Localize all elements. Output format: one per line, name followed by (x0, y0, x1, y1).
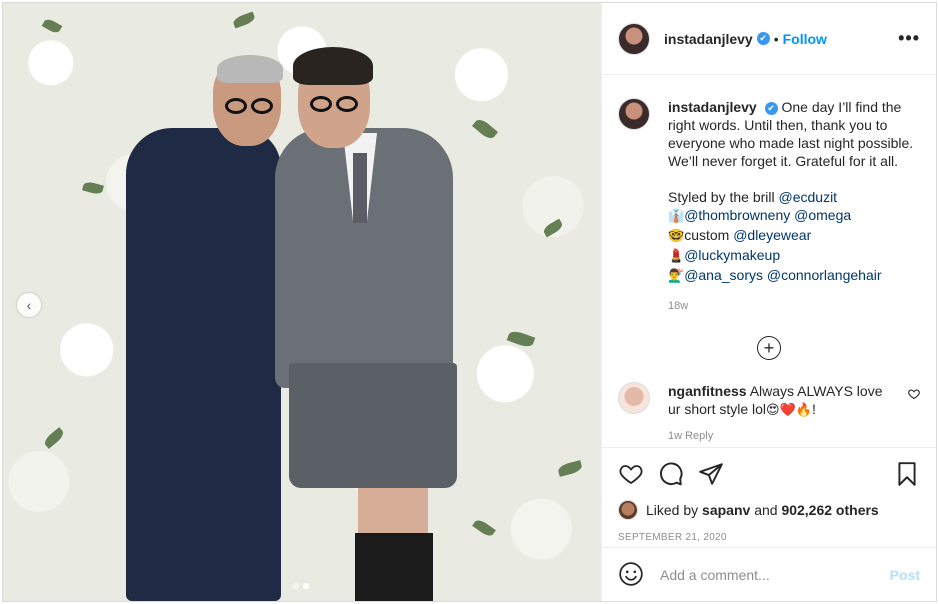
add-comment-bar: Post (602, 547, 936, 601)
comment-avatar[interactable] (618, 382, 650, 414)
plus-circle-icon[interactable]: + (757, 336, 781, 360)
comment-emojis: 😍❤️🔥 (766, 403, 812, 418)
tag-link[interactable]: @luckymakeup (684, 247, 780, 263)
bookmark-icon[interactable] (896, 459, 920, 489)
comment-meta[interactable]: 1w Reply (668, 430, 920, 442)
haircut-emoji-icon: 💇‍♂️ (668, 269, 685, 284)
carousel-dots (293, 583, 309, 589)
comment-like-heart-icon[interactable] (908, 388, 920, 403)
tag-link[interactable]: @ecduzit (779, 189, 838, 205)
caption-avatar[interactable] (618, 98, 650, 130)
smiley-icon[interactable] (618, 561, 646, 589)
avatar[interactable] (618, 22, 650, 55)
verified-badge-icon: ✔ (764, 101, 778, 115)
follow-button[interactable]: Follow (783, 31, 827, 47)
post-date[interactable]: SEPTEMBER 21, 2020 (618, 532, 920, 543)
post-actions: Liked by sapanv and 902,262 others SEPTE… (602, 447, 936, 550)
comments-scroll-area[interactable]: instadanjlevy ✔ One day I’ll find the ri… (602, 76, 936, 446)
comment-bubble-icon[interactable] (658, 459, 698, 489)
person-left-suit (126, 128, 281, 601)
carousel-dot-active (303, 583, 309, 589)
tag-link[interactable]: @omega (794, 207, 851, 223)
paper-plane-icon[interactable] (698, 459, 738, 489)
post-header: instadanjlevy ✔ • Follow ••• (602, 3, 936, 75)
post-photo[interactable]: ‹ (3, 3, 601, 601)
nerd-face-emoji-icon: 🤓 (668, 229, 685, 244)
likes-count[interactable]: 902,262 others (781, 502, 878, 518)
liked-by-prefix: Liked by (646, 502, 699, 518)
more-dots-icon[interactable]: ••• (898, 28, 920, 49)
instagram-post: ‹ instadanjlevy ✔ • Follow ••• instadanj… (2, 2, 937, 602)
header-separator: • (773, 30, 779, 47)
post-side-panel: instadanjlevy ✔ • Follow ••• instadanjle… (601, 3, 936, 601)
liked-by-user[interactable]: sapanv (702, 502, 750, 518)
comment-input[interactable] (660, 566, 890, 583)
comment-username[interactable]: nganfitness (668, 383, 747, 399)
likes-summary: Liked by sapanv and 902,262 others (618, 500, 920, 520)
comment-item: nganfitness Always ALWAYS love ur short … (618, 382, 920, 420)
styled-prefix: Styled by the brill (668, 189, 775, 205)
post-comment-button[interactable]: Post (890, 567, 920, 583)
comment-suffix: ! (811, 401, 816, 417)
comment-text: nganfitness Always ALWAYS love ur short … (668, 382, 894, 420)
lipstick-emoji-icon: 💄 (668, 249, 685, 264)
and-word: and (754, 502, 778, 518)
custom-word: custom (684, 227, 730, 243)
caption-text: instadanjlevy ✔ One day I’ll find the ri… (668, 98, 920, 286)
tag-link[interactable]: @thombrowneny (684, 207, 790, 223)
header-username[interactable]: instadanjlevy (664, 31, 753, 47)
necktie-emoji-icon: 👔 (668, 209, 685, 224)
carousel-dot (293, 583, 299, 589)
tag-link[interactable]: @dleyewear (733, 227, 811, 243)
heart-icon[interactable] (618, 459, 658, 489)
tag-link[interactable]: @connorlangehair (767, 267, 882, 283)
caption-username[interactable]: instadanjlevy (668, 99, 757, 115)
caption: instadanjlevy ✔ One day I’ll find the ri… (618, 98, 920, 286)
tag-link[interactable]: @ana_sorys (684, 267, 763, 283)
liker-avatar[interactable] (618, 500, 638, 520)
caption-age: 18w (668, 300, 689, 312)
person-right-kilt (289, 363, 457, 488)
chevron-left-icon[interactable]: ‹ (17, 293, 41, 317)
verified-badge-icon: ✔ (756, 32, 770, 45)
